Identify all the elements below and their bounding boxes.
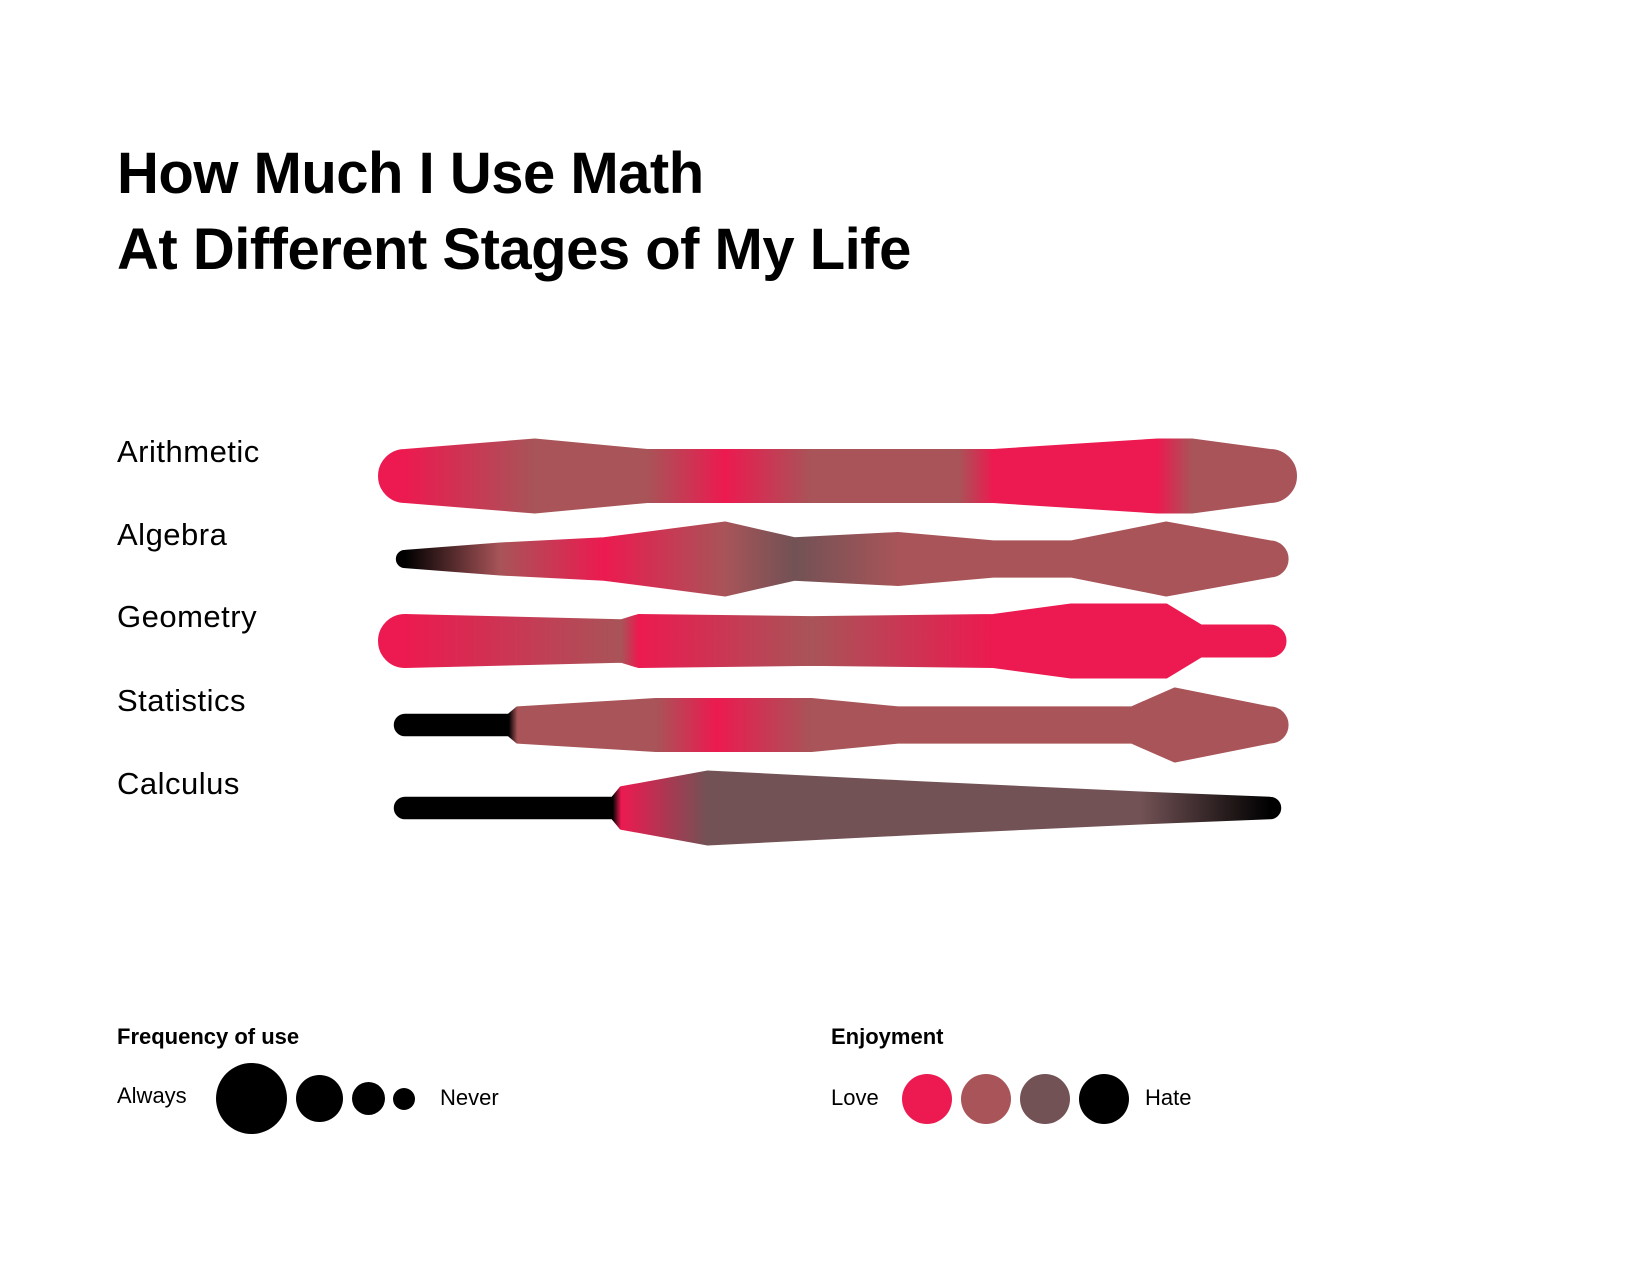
category-label-calculus: Calculus — [117, 766, 240, 801]
series-geometry: Geometry — [117, 599, 1287, 679]
category-label-geometry: Geometry — [117, 599, 257, 634]
frequency-low-label: Never — [440, 1085, 499, 1110]
enjoyment-dot-hate — [1079, 1074, 1129, 1124]
ribbon-calculus — [393, 770, 1282, 846]
category-label-statistics: Statistics — [117, 683, 246, 718]
category-label-arithmetic: Arithmetic — [117, 434, 260, 469]
frequency-dot-often — [296, 1075, 343, 1122]
series-arithmetic: Arithmetic — [117, 434, 1297, 514]
ribbon-geometry — [378, 603, 1287, 679]
enjoyment-dot-love — [902, 1074, 952, 1124]
frequency-legend-title: Frequency of use — [117, 1024, 300, 1049]
enjoyment-dot-like — [961, 1074, 1011, 1124]
series-algebra: Algebra — [117, 517, 1289, 597]
ribbon-algebra — [395, 521, 1289, 597]
enjoyment-legend-title: Enjoyment — [831, 1024, 944, 1049]
frequency-high-label: Always — [117, 1083, 187, 1108]
ribbon-statistics — [393, 687, 1289, 763]
frequency-dot-rarely — [393, 1088, 415, 1110]
enjoyment-high-label: Hate — [1145, 1085, 1192, 1110]
category-label-algebra: Algebra — [117, 517, 228, 552]
ribbon-arithmetic — [378, 438, 1297, 514]
series-calculus: Calculus — [117, 766, 1282, 846]
series-statistics: Statistics — [117, 683, 1289, 763]
enjoyment-dot-dislike — [1020, 1074, 1070, 1124]
enjoyment-low-label: Love — [831, 1085, 879, 1110]
frequency-dot-sometimes — [352, 1082, 385, 1115]
frequency-dot-always — [216, 1063, 287, 1134]
